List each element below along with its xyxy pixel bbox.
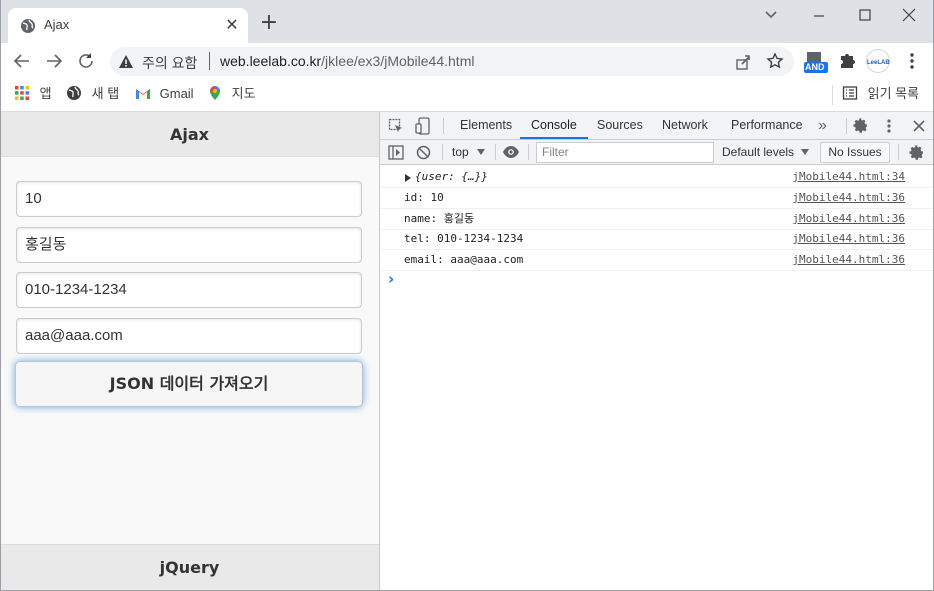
- window-frame: [0, 0, 934, 591]
